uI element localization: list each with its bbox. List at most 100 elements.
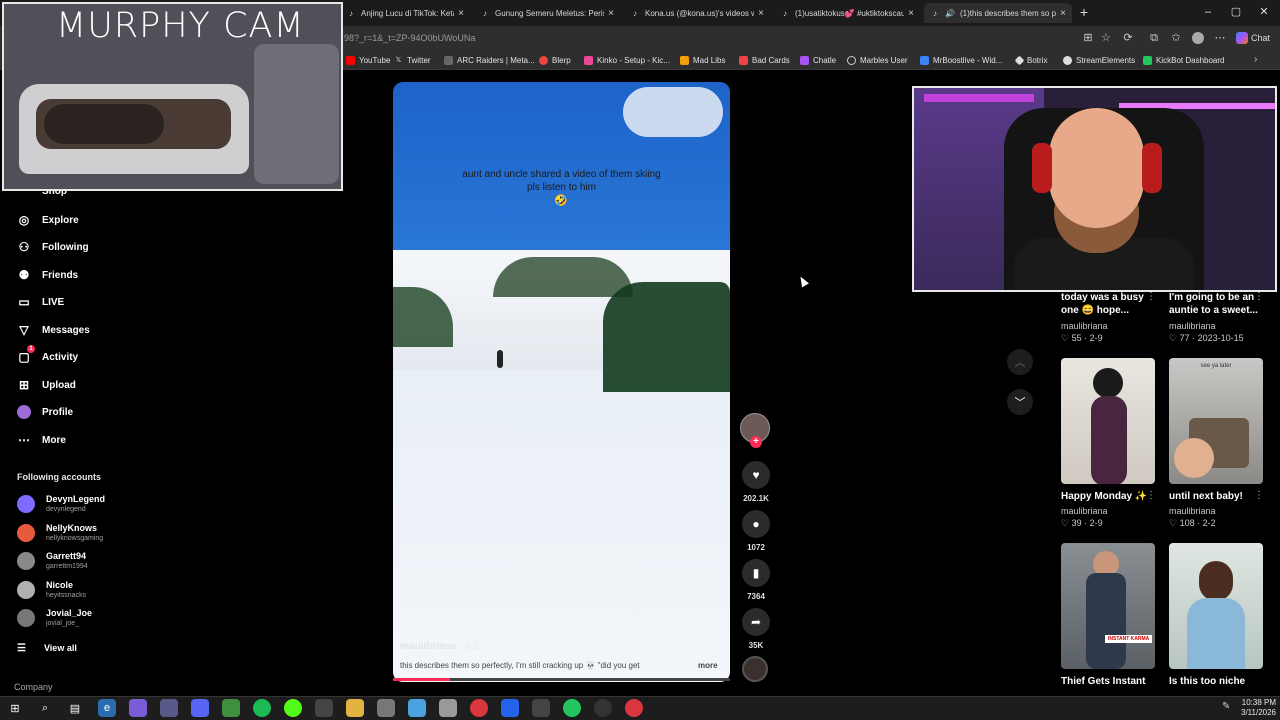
like-button[interactable]: ♥ xyxy=(742,461,770,489)
related-video-title[interactable]: today was a busy one 😄 hope... xyxy=(1061,291,1153,317)
bookmark[interactable]: Blerp xyxy=(539,52,571,68)
bookmark[interactable]: Kinko - Setup - Kic... xyxy=(584,52,670,68)
close-icon[interactable]: × xyxy=(458,8,464,19)
more-options-icon[interactable]: ⋮ xyxy=(1254,291,1264,302)
browser-tab[interactable]: ♪ (1)usatiktokus💕 #uktiktokscauk × xyxy=(774,3,920,23)
app-icon[interactable] xyxy=(315,699,333,717)
close-icon[interactable]: × xyxy=(1060,8,1066,19)
extension-icon[interactable]: ⟳ xyxy=(1120,30,1136,46)
sidebar-item-messages[interactable]: ▽ Messages xyxy=(16,319,89,341)
bookmark[interactable]: Bad Cards xyxy=(739,52,790,68)
comment-button[interactable]: ● xyxy=(742,510,770,538)
close-window-icon[interactable]: ✕ xyxy=(1256,4,1272,20)
sidebar-item-following[interactable]: ⚇ Following xyxy=(16,236,89,258)
speaker-icon[interactable]: 🔊 xyxy=(945,8,955,18)
avatar[interactable] xyxy=(1190,30,1206,46)
bookmark[interactable]: StreamElements xyxy=(1063,52,1135,68)
chevron-down-icon[interactable]: ﹀ xyxy=(1007,389,1033,415)
search-icon[interactable]: ⌕ xyxy=(36,699,54,717)
star-icon[interactable]: ☆ xyxy=(1098,30,1114,46)
sidebar-item-more[interactable]: ⋯ More xyxy=(16,429,66,451)
spotify-icon[interactable] xyxy=(253,699,271,717)
related-video-title[interactable]: I'm going to be an auntie to a sweet... xyxy=(1169,291,1261,317)
app-icon[interactable] xyxy=(222,699,240,717)
bookmark[interactable]: Chatle xyxy=(800,52,836,68)
maximize-icon[interactable]: ▢ xyxy=(1228,4,1244,20)
windows-start-icon[interactable]: ⊞ xyxy=(6,699,24,717)
related-video-title[interactable]: until next baby! xyxy=(1169,490,1261,503)
app-icon[interactable] xyxy=(501,699,519,717)
sidebar-item-explore[interactable]: ◎ Explore xyxy=(16,209,79,231)
more-options-icon[interactable]: ⋮ xyxy=(1146,490,1156,501)
app-icon[interactable] xyxy=(160,699,178,717)
bookmark[interactable]: Mad Libs xyxy=(680,52,725,68)
chevron-up-icon[interactable]: ︿ xyxy=(1007,349,1033,375)
url-field[interactable]: 98?_r=1&_t=ZP-94O0bUWoUNa xyxy=(344,30,1079,46)
bookmark[interactable]: Marbles User xyxy=(847,52,908,68)
bookmark[interactable]: MrBoostlive - Wid... xyxy=(920,52,1002,68)
music-disc[interactable] xyxy=(742,656,768,682)
app-icon[interactable] xyxy=(532,699,550,717)
sidebar-item-upload[interactable]: ⊞ Upload xyxy=(16,374,76,396)
browser-tab[interactable]: ♪ Kona.us (@kona.us)'s videos with × xyxy=(624,3,770,23)
related-video-thumbnail[interactable] xyxy=(1169,543,1263,669)
more-options-icon[interactable]: ⋮ xyxy=(1146,291,1156,302)
sidebar-item-profile[interactable]: Profile xyxy=(16,401,73,423)
kick-icon[interactable] xyxy=(284,699,302,717)
discord-icon[interactable] xyxy=(191,699,209,717)
related-video-title[interactable]: Is this too niche xyxy=(1169,675,1261,688)
system-clock[interactable]: 10:38 PM 3/11/2026 xyxy=(1240,698,1276,718)
related-video-author[interactable]: maulibriana xyxy=(1169,506,1216,516)
browser-tab[interactable]: ♪ Anjing Lucu di TikTok: Ketahui Keh × xyxy=(340,3,470,23)
save-button[interactable]: ▮ xyxy=(742,559,770,587)
related-video-author[interactable]: maulibriana xyxy=(1061,321,1108,331)
obs-icon[interactable] xyxy=(594,699,612,717)
split-screen-icon[interactable]: ⧉ xyxy=(1146,30,1162,46)
menu-icon[interactable]: ⋯ xyxy=(1212,30,1228,46)
bookmark[interactable]: Botrix xyxy=(1014,52,1047,68)
following-account[interactable]: Garrett94 garrettm1994 xyxy=(17,548,88,574)
related-video-title[interactable]: Thief Gets Instant xyxy=(1061,675,1153,688)
related-video-thumbnail[interactable] xyxy=(1061,358,1155,484)
edge-icon[interactable]: e xyxy=(98,699,116,717)
following-account[interactable]: Nicole heyitssnacks xyxy=(17,577,86,603)
app-icon[interactable] xyxy=(439,699,457,717)
folder-icon[interactable] xyxy=(346,699,364,717)
related-video-thumbnail[interactable]: INSTANT KARMA xyxy=(1061,543,1155,669)
close-icon[interactable]: × xyxy=(608,8,614,19)
more-options-icon[interactable]: ⋮ xyxy=(1254,490,1264,501)
app-icon[interactable] xyxy=(563,699,581,717)
app-icon[interactable] xyxy=(129,699,147,717)
video-progress-bar[interactable] xyxy=(393,678,730,681)
app-icon[interactable] xyxy=(377,699,395,717)
sidebar-item-live[interactable]: ▭ LIVE xyxy=(16,291,64,313)
favorites-icon[interactable]: ✩ xyxy=(1168,30,1184,46)
follow-plus-icon[interactable]: + xyxy=(750,436,762,448)
pen-icon[interactable]: ✎ xyxy=(1222,701,1230,712)
copilot-chat-button[interactable]: Chat xyxy=(1236,29,1270,47)
related-video-title[interactable]: Happy Monday ✨ xyxy=(1061,490,1153,503)
app-icon[interactable] xyxy=(625,699,643,717)
app-icon[interactable] xyxy=(470,699,488,717)
sidebar-item-activity[interactable]: ▢ 1 Activity xyxy=(16,345,78,368)
app-icon[interactable] xyxy=(408,699,426,717)
company-link[interactable]: Company xyxy=(14,682,53,692)
chevron-right-icon[interactable]: › xyxy=(1254,54,1257,65)
more-button[interactable]: more xyxy=(698,661,718,670)
video-author[interactable]: maulibriana · 3-2 xyxy=(400,641,479,652)
following-account[interactable]: Jovial_Joe jovial_joe_ xyxy=(17,605,92,631)
bookmark[interactable]: ARC Raiders | Meta... xyxy=(444,52,535,68)
close-icon[interactable]: × xyxy=(758,8,764,19)
new-tab-icon[interactable]: + xyxy=(1076,4,1092,20)
bookmark[interactable]: 𝕏 Twitter xyxy=(394,52,431,68)
task-view-icon[interactable]: ▤ xyxy=(66,699,84,717)
related-video-author[interactable]: maulibriana xyxy=(1061,506,1108,516)
following-account[interactable]: DevynLegend devynlegend xyxy=(17,491,105,517)
sidebar-item-friends[interactable]: ⚉ Friends xyxy=(16,264,79,286)
share-button[interactable]: ➦ xyxy=(742,608,770,636)
apps-icon[interactable]: ⊞ xyxy=(1080,30,1096,46)
browser-tab[interactable]: ♪ Gunung Semeru Meletus: Peristiwa × xyxy=(474,3,620,23)
related-video-thumbnail[interactable]: see ya later xyxy=(1169,358,1263,484)
bookmark[interactable]: YouTube xyxy=(346,52,390,68)
bookmark[interactable]: KickBot Dashboard xyxy=(1143,52,1224,68)
